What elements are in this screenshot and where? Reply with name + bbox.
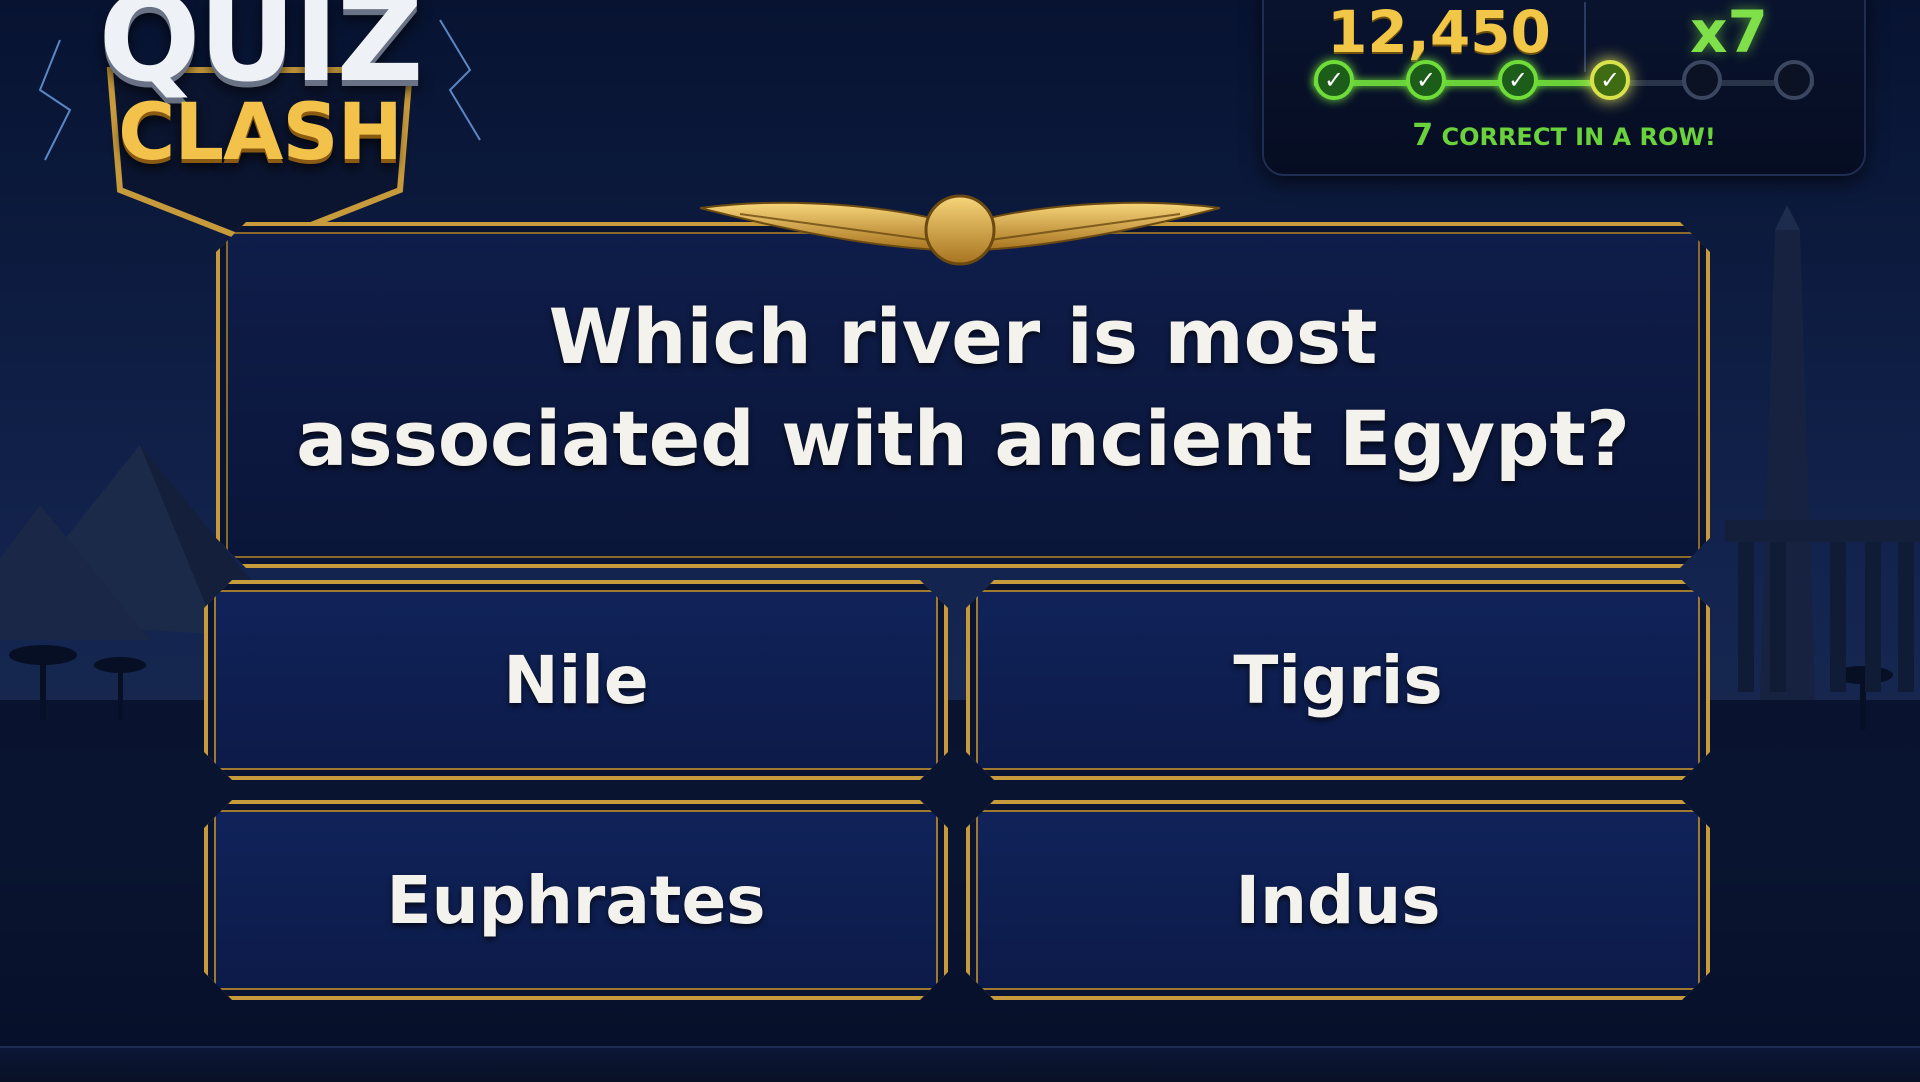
question-line-2: associated with ancient Egypt? (296, 394, 1630, 483)
streak-step-empty (1682, 60, 1722, 100)
winged-sun-disk-icon (700, 194, 1220, 266)
streak-step-done: ✓ (1406, 60, 1446, 100)
answer-button-d[interactable]: Indus (966, 800, 1710, 1000)
question-line-1: Which river is most (548, 292, 1378, 381)
multiplier-value: x7 (1690, 0, 1768, 66)
check-icon: ✓ (1599, 66, 1621, 94)
score-value: 12,450 (1327, 0, 1551, 66)
answer-label: Nile (503, 641, 649, 719)
check-icon: ✓ (1507, 66, 1529, 94)
check-icon: ✓ (1323, 66, 1345, 94)
streak-step-done: ✓ (1314, 60, 1354, 100)
streak-step-done: ✓ (1498, 60, 1538, 100)
score-hud: 12,450 x7 ✓ ✓ ✓ ✓ 7 CORRECT IN A ROW! (1262, 0, 1866, 176)
bottom-bar (0, 1046, 1920, 1082)
answer-button-a[interactable]: Nile (204, 580, 948, 780)
answer-button-c[interactable]: Euphrates (204, 800, 948, 1000)
answer-button-b[interactable]: Tigris (966, 580, 1710, 780)
question-text: Which river is most associated with anci… (260, 286, 1666, 490)
answer-label: Indus (1235, 861, 1441, 939)
streak-step-current: ✓ (1590, 60, 1630, 100)
streak-count: 7 (1412, 118, 1434, 153)
streak-label: 7 CORRECT IN A ROW! (1324, 118, 1804, 153)
hud-divider (1584, 2, 1586, 72)
streak-step-empty (1774, 60, 1814, 100)
streak-progress-fill (1314, 80, 1604, 86)
logo-title-clash: CLASH (118, 88, 403, 178)
check-icon: ✓ (1415, 66, 1437, 94)
answer-label: Tigris (1233, 641, 1443, 719)
answer-label: Euphrates (386, 861, 766, 939)
streak-text: CORRECT IN A ROW! (1441, 123, 1716, 151)
